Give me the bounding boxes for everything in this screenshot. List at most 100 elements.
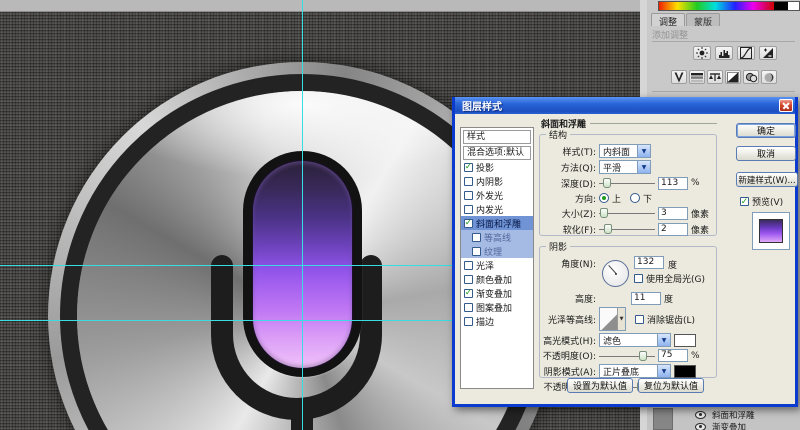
effect-row-gradient-overlay[interactable]: 渐变叠加 <box>695 421 800 430</box>
checkbox-checked[interactable]: ✓ <box>740 197 749 206</box>
photo-filter-icon[interactable] <box>743 70 759 84</box>
selective-color-icon[interactable] <box>761 70 777 84</box>
checkbox[interactable] <box>472 233 481 242</box>
cancel-button[interactable]: 取消 <box>736 146 796 161</box>
panel-tabs: 调整 蒙版 <box>651 13 720 26</box>
effect-label: 斜面和浮雕 <box>712 409 755 421</box>
new-style-button[interactable]: 新建样式(W)... <box>736 172 798 187</box>
altitude-label: 高度: <box>542 292 596 305</box>
list-item-bevel-emboss[interactable]: ✓斜面和浮雕 <box>461 216 533 230</box>
adjustment-icons-row2 <box>671 70 777 84</box>
add-adjustment-hint: 添加调整 <box>652 28 688 41</box>
list-item-stroke[interactable]: 描边 <box>461 314 533 328</box>
list-item-color-overlay[interactable]: 颜色叠加 <box>461 272 533 286</box>
checkbox[interactable] <box>635 315 644 324</box>
checkbox[interactable] <box>472 247 481 256</box>
tab-masks[interactable]: 蒙版 <box>686 13 720 26</box>
antialias-check[interactable]: 消除锯齿(L) <box>635 313 695 326</box>
style-select[interactable]: 内斜面 ▼ <box>599 144 651 158</box>
guide-vertical[interactable] <box>302 0 303 430</box>
highlight-mode-select[interactable]: 滤色 ▼ <box>599 333 671 347</box>
highlight-opacity-input[interactable]: 75 <box>658 349 688 362</box>
preview-checkbox[interactable]: ✓ 预览(V) <box>740 195 783 208</box>
angle-dial[interactable] <box>602 260 629 287</box>
checkbox[interactable] <box>464 177 473 186</box>
color-spectrum-ramp[interactable] <box>659 2 774 10</box>
reset-default-button[interactable]: 复位为默认值 <box>638 378 704 393</box>
list-item-satin[interactable]: 光泽 <box>461 258 533 272</box>
depth-input[interactable]: 113 <box>658 177 688 190</box>
checkbox[interactable] <box>464 261 473 270</box>
highlight-opacity-slider[interactable] <box>599 350 655 362</box>
list-item-pattern-overlay[interactable]: 图案叠加 <box>461 300 533 314</box>
checkbox[interactable] <box>464 317 473 326</box>
direction-up-radio[interactable] <box>599 193 609 203</box>
color-spectrum-white[interactable] <box>788 2 799 10</box>
levels-icon[interactable] <box>715 46 733 60</box>
set-default-button[interactable]: 设置为默认值 <box>567 378 633 393</box>
vibrance-icon[interactable] <box>671 70 687 84</box>
list-item-drop-shadow[interactable]: ✓投影 <box>461 160 533 174</box>
direction-up-label: 上 <box>612 192 621 205</box>
dialog-title: 图层样式 <box>462 98 502 113</box>
visibility-eye-icon[interactable] <box>695 423 706 430</box>
checkbox[interactable] <box>464 275 473 284</box>
gloss-contour-picker[interactable]: ▼ <box>599 307 626 331</box>
style-label: 样式(T): <box>542 145 596 158</box>
angle-unit: 度 <box>668 258 677 271</box>
checkbox[interactable] <box>464 205 473 214</box>
list-item-inner-glow[interactable]: 内发光 <box>461 202 533 216</box>
gloss-contour-label: 光泽等高线: <box>542 313 596 326</box>
soften-slider[interactable] <box>599 223 655 235</box>
style-preview-gradient <box>759 219 783 243</box>
exposure-icon[interactable] <box>759 46 777 60</box>
close-icon[interactable] <box>779 99 793 112</box>
angle-input[interactable]: 132 <box>634 256 664 269</box>
checkbox[interactable] <box>634 274 643 283</box>
color-balance-icon[interactable] <box>707 70 723 84</box>
default-buttons: 设置为默认值 复位为默认值 <box>567 378 704 393</box>
black-white-icon[interactable] <box>725 70 741 84</box>
canvas-window-top <box>0 0 640 12</box>
size-label: 大小(Z): <box>542 207 596 220</box>
list-item-outer-glow[interactable]: 外发光 <box>461 188 533 202</box>
depth-unit: % <box>691 178 700 188</box>
panel-divider-top <box>652 41 795 42</box>
size-slider[interactable] <box>599 207 655 219</box>
tab-adjustments[interactable]: 调整 <box>651 13 685 26</box>
brightness-contrast-icon[interactable] <box>693 46 711 60</box>
visibility-eye-icon[interactable] <box>695 411 706 419</box>
soften-input[interactable]: 2 <box>658 223 688 236</box>
highlight-color-swatch[interactable] <box>674 334 696 347</box>
altitude-input[interactable]: 11 <box>631 292 661 305</box>
use-global-light[interactable]: 使用全局光(G) <box>634 272 705 285</box>
size-input[interactable]: 3 <box>658 207 688 220</box>
list-item-inner-shadow[interactable]: 内阴影 <box>461 174 533 188</box>
checkbox-checked[interactable]: ✓ <box>464 289 473 298</box>
layer-thumbnail[interactable] <box>653 408 673 430</box>
technique-select[interactable]: 平滑 ▼ <box>599 160 651 174</box>
hue-saturation-icon[interactable] <box>689 70 705 84</box>
list-item-gradient-overlay[interactable]: ✓渐变叠加 <box>461 286 533 300</box>
checkbox[interactable] <box>464 303 473 312</box>
checkbox[interactable] <box>464 191 473 200</box>
shadow-mode-select[interactable]: 正片叠底 ▼ <box>599 364 671 378</box>
direction-down-radio[interactable] <box>630 193 640 203</box>
effect-row-bevel[interactable]: 斜面和浮雕 <box>695 409 800 420</box>
checkbox-checked[interactable]: ✓ <box>464 219 473 228</box>
list-item-contour[interactable]: 等高线 <box>461 230 533 244</box>
curves-icon[interactable] <box>737 46 755 60</box>
color-spectrum-bar[interactable] <box>658 1 800 11</box>
ok-button[interactable]: 确定 <box>736 123 796 138</box>
checkbox-checked[interactable]: ✓ <box>464 163 473 172</box>
list-item-styles[interactable]: 样式 <box>463 130 531 144</box>
highlight-opacity-label: 不透明度(O): <box>542 349 596 362</box>
dialog-titlebar[interactable]: 图层样式 <box>455 97 795 114</box>
depth-slider[interactable] <box>599 177 655 189</box>
list-item-texture[interactable]: 纹理 <box>461 244 533 258</box>
shadow-color-swatch[interactable] <box>674 365 696 378</box>
list-item-blending-options[interactable]: 混合选项:默认 <box>463 146 531 160</box>
shading-group: 阴影 角度(N): 132 度 使用全局光(G) 高度: 11 度 <box>539 240 717 378</box>
color-spectrum-black[interactable] <box>774 2 788 10</box>
style-preview-box <box>752 212 790 250</box>
